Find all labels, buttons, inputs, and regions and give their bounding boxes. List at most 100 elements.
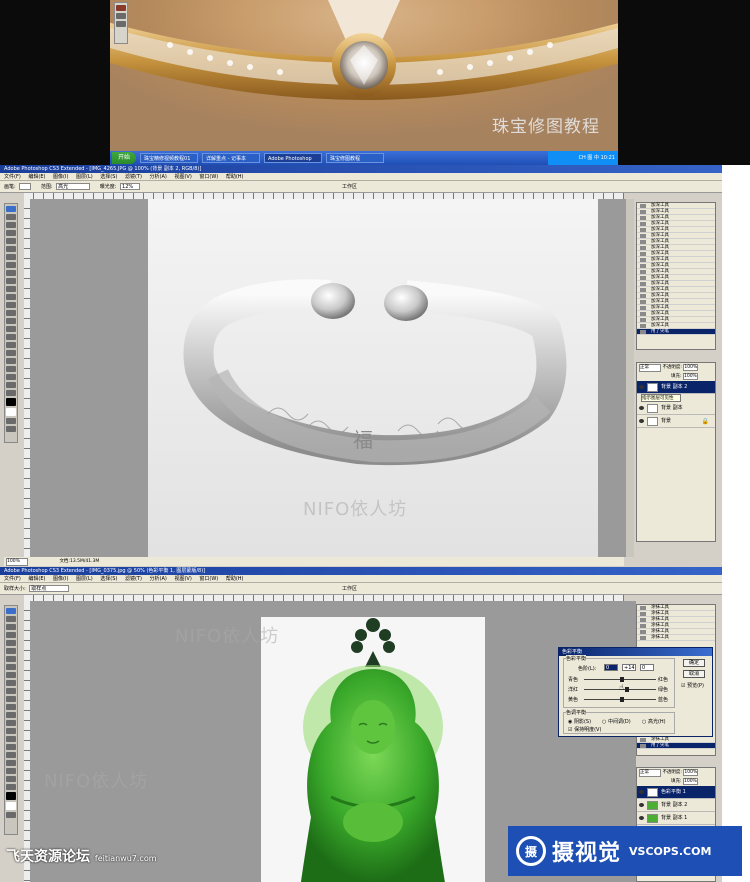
eye-icon[interactable] bbox=[639, 406, 644, 410]
slider-track[interactable] bbox=[584, 697, 656, 702]
menu-layer[interactable]: 图层(L) bbox=[76, 174, 93, 180]
level-field-magenta-green[interactable]: +14 bbox=[622, 664, 636, 671]
menu-help[interactable]: 帮助(H) bbox=[226, 174, 244, 180]
slider-track[interactable] bbox=[584, 677, 656, 682]
menu-view[interactable]: 视图(V) bbox=[174, 576, 191, 582]
history-item-current[interactable]: 用了尖笔 bbox=[637, 743, 715, 749]
slider-left-label: 黄色 bbox=[568, 697, 579, 703]
color-balance-dialog: 色彩平衡 色彩平衡 色阶(L): 0 +14 0 青色 红色 洋红 绿色 黄色 … bbox=[558, 647, 713, 737]
options-bar: 画笔: 范围: 高光 曝光度: 12% 工作区 bbox=[0, 181, 722, 193]
menu-view[interactable]: 视图(V) bbox=[174, 174, 191, 180]
menu-analysis[interactable]: 分析(A) bbox=[150, 174, 167, 180]
fill-label: 填充: bbox=[671, 779, 682, 784]
preserve-luminosity-checkbox[interactable]: ☑ 保持明度(V) bbox=[568, 726, 601, 733]
start-button[interactable]: 开始 bbox=[112, 152, 137, 164]
ring-photo: 珠宝修图教程 bbox=[110, 0, 618, 151]
radio-shadows[interactable]: ◉ 阴影(S) bbox=[568, 718, 591, 725]
opacity-input[interactable]: 100% bbox=[683, 364, 699, 371]
blend-mode-select[interactable]: 正常 bbox=[639, 769, 661, 777]
canvas-scrollbar[interactable] bbox=[626, 199, 634, 557]
menu-filter[interactable]: 滤镜(T) bbox=[125, 174, 142, 180]
menu-image[interactable]: 图像(I) bbox=[53, 174, 68, 180]
history-item-current[interactable]: 用了尖笔 bbox=[637, 329, 715, 335]
slider-knob[interactable] bbox=[620, 697, 624, 702]
workspace-button[interactable]: 工作区 bbox=[342, 181, 357, 193]
sample-size-select[interactable]: 取样点 bbox=[29, 585, 70, 592]
history-palette: 加深工具 加深工具 加深工具 加深工具 加深工具 加深工具 加深工具 加深工具 … bbox=[636, 202, 716, 350]
taskbar-item[interactable]: 珠宝精修视频教程01 bbox=[140, 153, 199, 163]
taskbar-item[interactable]: 详解重点 - 记事本 bbox=[202, 153, 261, 163]
menu-window[interactable]: 窗口(W) bbox=[199, 174, 218, 180]
fill-input[interactable]: 100% bbox=[682, 373, 698, 380]
mini-toolbox bbox=[114, 2, 128, 44]
menu-edit[interactable]: 编辑(E) bbox=[28, 576, 45, 582]
eye-icon[interactable] bbox=[639, 419, 644, 423]
tone-group: 色调平衡 ◉ 阴影(S) ○ 中间调(D) ○ 高光(H) ☑ 保持明度(V) bbox=[563, 709, 675, 734]
menu-file[interactable]: 文件(F) bbox=[4, 174, 21, 180]
layers-palette: 正常 不透明度: 100% 填充: 100% 背景 副本 2 指示图层可见性 背… bbox=[636, 362, 716, 542]
menu-help[interactable]: 帮助(H) bbox=[226, 576, 244, 582]
blend-mode-select[interactable]: 正常 bbox=[639, 364, 661, 372]
layer-name: 色彩平衡 1 bbox=[661, 789, 686, 795]
level-field-cyan-red[interactable]: 0 bbox=[604, 664, 618, 671]
slider-left-label: 洋红 bbox=[568, 687, 579, 693]
menu-file[interactable]: 文件(F) bbox=[4, 576, 21, 582]
feitian-logo-url: feitianwu7.com bbox=[94, 854, 157, 863]
watermark: NIFO依人坊 bbox=[303, 499, 408, 520]
taskbar-item[interactable]: 珠宝修图教程 bbox=[326, 153, 385, 163]
status-bar: 100% 文档:13.5M/41.3M bbox=[4, 557, 624, 566]
layer-row[interactable]: 背景 🔒 bbox=[637, 415, 715, 428]
menu-image[interactable]: 图像(I) bbox=[53, 576, 68, 582]
ok-button[interactable]: 确定 bbox=[683, 659, 705, 667]
eye-icon[interactable] bbox=[639, 803, 644, 807]
slider-knob[interactable] bbox=[625, 687, 630, 692]
layer-row[interactable]: 背景 副本 1 bbox=[637, 812, 715, 825]
cancel-button[interactable]: 取消 bbox=[683, 670, 705, 678]
menu-bar: 文件(F) 编辑(E) 图像(I) 图层(L) 选择(S) 滤镜(T) 分析(A… bbox=[0, 173, 722, 181]
checkbox-label: 预览(P) bbox=[687, 683, 704, 689]
menu-select[interactable]: 选择(S) bbox=[100, 576, 117, 582]
layer-row[interactable]: 背景 副本 2 bbox=[637, 799, 715, 812]
layer-row[interactable]: 背景 副本 bbox=[637, 402, 715, 415]
slider-knob[interactable] bbox=[620, 677, 624, 682]
menu-select[interactable]: 选择(S) bbox=[100, 174, 117, 180]
exposure-input[interactable]: 12% bbox=[120, 183, 141, 190]
layer-thumbnail bbox=[647, 801, 658, 810]
photoshop-window-1: Adobe Photoshop CS3 Extended - [IMG_4265… bbox=[0, 165, 722, 567]
history-item[interactable]: 涂抹工具 bbox=[637, 635, 715, 641]
brush-label: 画笔: bbox=[4, 184, 16, 190]
brush-picker[interactable] bbox=[19, 183, 32, 190]
document-canvas[interactable] bbox=[261, 617, 485, 882]
menu-window[interactable]: 窗口(W) bbox=[199, 576, 218, 582]
radio-midtones[interactable]: ○ 中间调(D) bbox=[602, 718, 631, 725]
feitian-logo-text: 飞天资源论坛 bbox=[6, 849, 90, 865]
toolbox bbox=[4, 203, 18, 443]
menu-analysis[interactable]: 分析(A) bbox=[150, 576, 167, 582]
menu-edit[interactable]: 编辑(E) bbox=[28, 174, 45, 180]
range-select[interactable]: 高光 bbox=[56, 183, 91, 190]
layer-row-selected[interactable]: 背景 副本 2 bbox=[637, 381, 715, 394]
lock-icon: 🔒 bbox=[701, 418, 709, 425]
exposure-label: 曝光度: bbox=[99, 184, 117, 190]
slider-right-label: 红色 bbox=[658, 677, 669, 683]
eye-icon[interactable] bbox=[639, 790, 644, 794]
radio-label: 中间调(D) bbox=[607, 719, 631, 725]
opacity-label: 不透明度: bbox=[662, 365, 682, 370]
preview-checkbox[interactable]: ☑ 预览(P) bbox=[681, 682, 704, 689]
fill-label: 填充: bbox=[671, 374, 682, 379]
taskbar-item-active[interactable]: Adobe Photoshop bbox=[264, 153, 323, 163]
zoom-field[interactable]: 100% bbox=[6, 558, 28, 566]
document-canvas[interactable]: 福 NIFO依人坊 bbox=[148, 199, 598, 557]
fill-input[interactable]: 100% bbox=[682, 778, 698, 785]
video-panel: 珠宝修图教程 开始 珠宝精修视频教程01 详解重点 - 记事本 Adobe Ph… bbox=[0, 0, 750, 165]
radio-highlights[interactable]: ○ 高光(H) bbox=[642, 718, 666, 725]
menu-filter[interactable]: 滤镜(T) bbox=[125, 576, 142, 582]
eye-icon[interactable] bbox=[639, 816, 644, 820]
opacity-input[interactable]: 100% bbox=[683, 769, 699, 776]
layer-row-selected[interactable]: 色彩平衡 1 bbox=[637, 786, 715, 799]
level-field-yellow-blue[interactable]: 0 bbox=[640, 664, 654, 671]
slider-right-label: 绿色 bbox=[658, 687, 669, 693]
workspace-button[interactable]: 工作区 bbox=[342, 583, 357, 595]
menu-layer[interactable]: 图层(L) bbox=[76, 576, 93, 582]
eye-icon[interactable] bbox=[639, 385, 644, 389]
